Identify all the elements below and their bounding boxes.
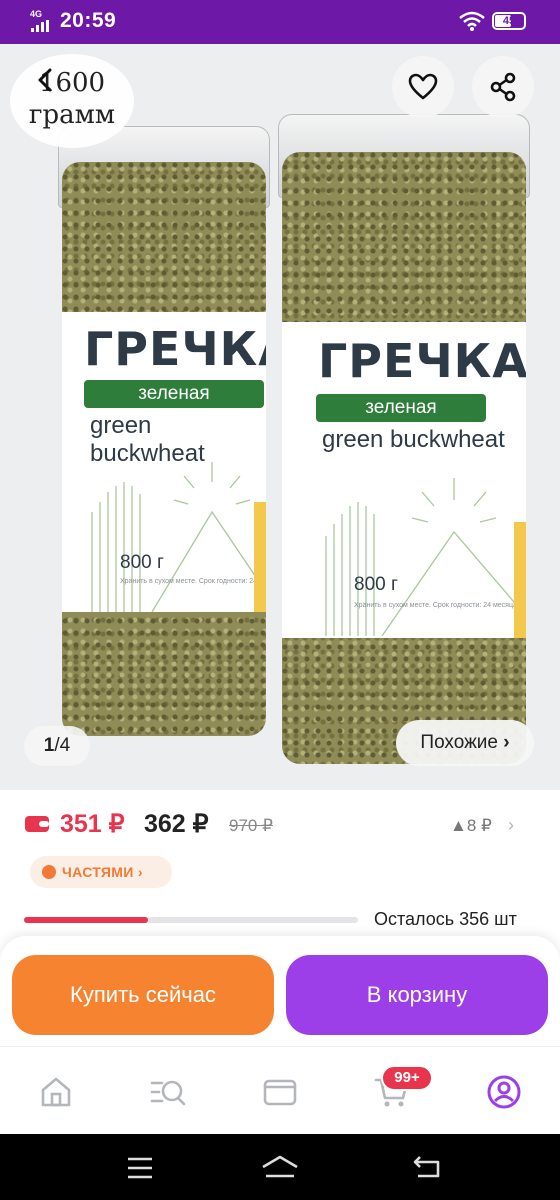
image-counter-total: 4 (59, 735, 71, 756)
home-icon[interactable] (36, 1072, 76, 1112)
installments-label: ЧАСТЯМИ › (62, 864, 143, 880)
wallet-icon[interactable] (260, 1072, 300, 1112)
network-type: 4G (30, 9, 43, 19)
mountain-graphic (91, 462, 266, 612)
home-button-icon[interactable] (260, 1154, 300, 1180)
status-bar: 4G 20:59 45 (0, 0, 560, 44)
wallet-card-icon (25, 816, 49, 832)
label-subtitle-ru: зеленая (316, 394, 486, 422)
product-gallery[interactable]: ГРЕЧКА зеленая green buckwheat 800 г Хра… (0, 44, 560, 790)
label-subtitle-ru: зеленая (84, 380, 264, 408)
cart-count-badge: 99+ (381, 1065, 433, 1091)
battery-level: 45 (502, 15, 516, 27)
chevron-right-icon: › (137, 864, 143, 880)
stock-remaining: Осталось 356 шт (374, 909, 517, 929)
catalog-search-icon[interactable] (148, 1072, 188, 1112)
heart-icon (408, 73, 438, 100)
label-subtitle-en: green buckwheat (322, 426, 505, 453)
mountain-graphic (325, 478, 526, 636)
buy-now-button[interactable]: Купить сейчас (12, 955, 274, 1035)
back-button-icon[interactable] (412, 1154, 442, 1180)
image-counter-current: 1 (43, 735, 55, 756)
signal-icon (31, 20, 49, 32)
jar-image: ГРЕЧКА зеленая green buckwheat 800 г Хра… (62, 162, 266, 736)
stock-progress (24, 917, 358, 923)
regular-price: 362 ₽ (144, 810, 209, 838)
jar-label: ГРЕЧКА зеленая green buckwheat 800 г Хра… (62, 312, 266, 612)
wifi-icon (459, 11, 485, 31)
battery-icon: 45 (492, 12, 526, 30)
pie-chart-icon (42, 865, 56, 879)
label-storage-note: Хранить в сухом месте. Срок годности: 24… (354, 602, 517, 609)
similar-button[interactable]: Похожие › (396, 720, 534, 766)
chevron-right-icon[interactable]: › (508, 815, 514, 836)
back-arrow-icon[interactable] (28, 62, 64, 98)
wallet-price: 351 ₽ (60, 810, 125, 838)
add-to-cart-button[interactable]: В корзину (286, 955, 548, 1035)
share-icon (490, 72, 516, 102)
profile-icon[interactable] (484, 1072, 524, 1112)
jar-image: ГРЕЧКА зеленая green buckwheat 800 г Хра… (282, 152, 526, 764)
label-side-stripe (254, 502, 266, 612)
chevron-right-icon: › (503, 732, 510, 753)
label-weight: 800 г (354, 574, 398, 595)
label-weight: 800 г (120, 552, 164, 573)
favorite-button[interactable] (392, 56, 454, 118)
installments-badge[interactable]: ЧАСТЯМИ › (30, 856, 172, 888)
label-title: ГРЕЧКА (84, 322, 266, 376)
weight-badge-unit: грамм (28, 100, 116, 130)
jar-label: ГРЕЧКА зеленая green buckwheat 800 г Хра… (282, 322, 526, 638)
label-side-stripe (514, 522, 526, 638)
points-bonus[interactable]: ▲8 ₽ (450, 816, 492, 836)
label-storage-note: Хранить в сухом месте. Срок годности: 24… (120, 578, 266, 585)
image-counter: 1/4 (24, 726, 90, 766)
old-price: 970 ₽ (229, 816, 273, 835)
stock-progress-fill (24, 917, 148, 923)
share-button[interactable] (472, 56, 534, 118)
label-title: ГРЕЧКА (318, 334, 526, 388)
similar-label: Похожие (420, 732, 498, 753)
clock: 20:59 (60, 9, 117, 32)
system-navigation-bar (0, 1134, 560, 1200)
menu-icon[interactable] (126, 1156, 154, 1180)
